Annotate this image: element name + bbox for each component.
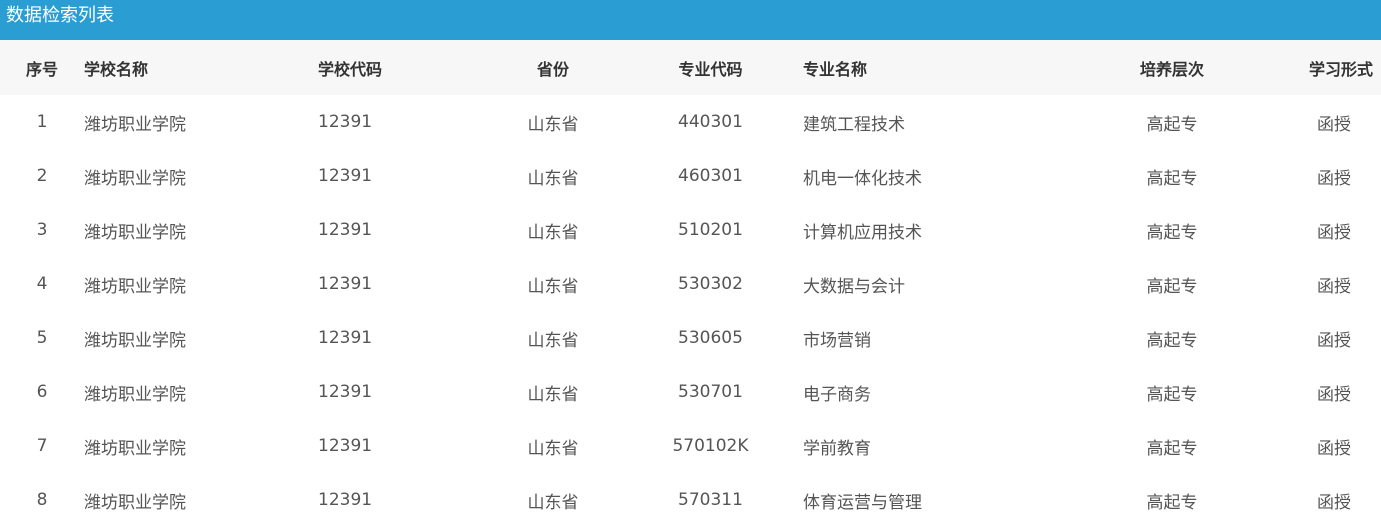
cell-level: 高起专 bbox=[1146, 330, 1198, 351]
cell-major-name: 电子商务 bbox=[803, 384, 871, 405]
column-header-school-code: 学校代码 bbox=[318, 40, 488, 95]
cell-study-mode: 函授 bbox=[1317, 438, 1351, 459]
cell-school-name: 潍坊职业学院 bbox=[84, 330, 186, 351]
cell-study-mode: 函授 bbox=[1317, 168, 1351, 189]
panel-title-bar: 数据检索列表 bbox=[0, 0, 1381, 40]
cell-major-name: 市场营销 bbox=[803, 330, 871, 351]
cell-school-code: 12391 bbox=[318, 274, 373, 294]
cell-school-code: 12391 bbox=[318, 490, 373, 510]
cell-school-name: 潍坊职业学院 bbox=[84, 168, 186, 189]
cell-school-name: 潍坊职业学院 bbox=[84, 384, 186, 405]
cell-school-code: 12391 bbox=[318, 166, 373, 186]
cell-level: 高起专 bbox=[1146, 438, 1198, 459]
cell-province: 山东省 bbox=[527, 438, 579, 459]
cell-school-code: 12391 bbox=[318, 382, 373, 402]
cell-school-code: 12391 bbox=[318, 436, 373, 456]
column-header-index: 序号 bbox=[0, 40, 84, 95]
column-header-major-code: 专业代码 bbox=[618, 40, 803, 95]
table-row: 1 潍坊职业学院 12391 山东省 440301 建筑工程技术 高起专 函授 bbox=[0, 95, 1381, 149]
cell-index: 6 bbox=[36, 382, 48, 402]
cell-study-mode: 函授 bbox=[1317, 384, 1351, 405]
table-row: 2 潍坊职业学院 12391 山东省 460301 机电一体化技术 高起专 函授 bbox=[0, 149, 1381, 203]
cell-province: 山东省 bbox=[527, 330, 579, 351]
cell-major-name: 大数据与会计 bbox=[803, 276, 905, 297]
cell-school-name: 潍坊职业学院 bbox=[84, 276, 186, 297]
cell-index: 1 bbox=[36, 112, 48, 132]
cell-school-code: 12391 bbox=[318, 328, 373, 348]
table-row: 5 潍坊职业学院 12391 山东省 530605 市场营销 高起专 函授 bbox=[0, 311, 1381, 365]
cell-school-name: 潍坊职业学院 bbox=[84, 222, 186, 243]
table-header-row: 序号 学校名称 学校代码 省份 专业代码 专业名称 培养层次 学习形式 bbox=[0, 40, 1381, 95]
cell-level: 高起专 bbox=[1146, 114, 1198, 135]
cell-index: 3 bbox=[36, 220, 48, 240]
cell-index: 7 bbox=[36, 436, 48, 456]
cell-index: 5 bbox=[36, 328, 48, 348]
table-row: 7 潍坊职业学院 12391 山东省 570102K 学前教育 高起专 函授 bbox=[0, 419, 1381, 473]
cell-school-code: 12391 bbox=[318, 112, 373, 132]
table-row: 8 潍坊职业学院 12391 山东省 570311 体育运营与管理 高起专 函授 bbox=[0, 473, 1381, 525]
cell-study-mode: 函授 bbox=[1317, 276, 1351, 297]
cell-school-name: 潍坊职业学院 bbox=[84, 114, 186, 135]
cell-study-mode: 函授 bbox=[1317, 492, 1351, 513]
cell-level: 高起专 bbox=[1146, 222, 1198, 243]
cell-major-name: 体育运营与管理 bbox=[803, 492, 922, 513]
cell-school-code: 12391 bbox=[318, 220, 373, 240]
cell-major-name: 机电一体化技术 bbox=[803, 168, 922, 189]
cell-study-mode: 函授 bbox=[1317, 330, 1351, 351]
cell-province: 山东省 bbox=[527, 222, 579, 243]
cell-major-code: 530701 bbox=[678, 382, 743, 402]
cell-index: 4 bbox=[36, 274, 48, 294]
cell-school-name: 潍坊职业学院 bbox=[84, 438, 186, 459]
cell-major-code: 510201 bbox=[678, 220, 743, 240]
panel-title: 数据检索列表 bbox=[6, 5, 114, 26]
cell-school-name: 潍坊职业学院 bbox=[84, 492, 186, 513]
cell-province: 山东省 bbox=[527, 384, 579, 405]
cell-major-code: 440301 bbox=[678, 112, 743, 132]
cell-index: 2 bbox=[36, 166, 48, 186]
cell-province: 山东省 bbox=[527, 114, 579, 135]
cell-major-name: 计算机应用技术 bbox=[803, 222, 922, 243]
cell-level: 高起专 bbox=[1146, 168, 1198, 189]
cell-province: 山东省 bbox=[527, 276, 579, 297]
cell-index: 8 bbox=[36, 490, 48, 510]
cell-major-code: 460301 bbox=[678, 166, 743, 186]
cell-province: 山东省 bbox=[527, 492, 579, 513]
cell-study-mode: 函授 bbox=[1317, 114, 1351, 135]
column-header-province: 省份 bbox=[488, 40, 618, 95]
cell-major-code: 530302 bbox=[678, 274, 743, 294]
cell-major-code: 570102K bbox=[672, 436, 749, 456]
table-row: 3 潍坊职业学院 12391 山东省 510201 计算机应用技术 高起专 函授 bbox=[0, 203, 1381, 257]
cell-level: 高起专 bbox=[1146, 276, 1198, 297]
column-header-study-mode: 学习形式 bbox=[1287, 40, 1381, 95]
column-header-school-name: 学校名称 bbox=[84, 40, 318, 95]
column-header-major-name: 专业名称 bbox=[803, 40, 1057, 95]
table-row: 6 潍坊职业学院 12391 山东省 530701 电子商务 高起专 函授 bbox=[0, 365, 1381, 419]
cell-study-mode: 函授 bbox=[1317, 222, 1351, 243]
cell-major-name: 学前教育 bbox=[803, 438, 871, 459]
cell-level: 高起专 bbox=[1146, 492, 1198, 513]
cell-province: 山东省 bbox=[527, 168, 579, 189]
column-header-level: 培养层次 bbox=[1057, 40, 1287, 95]
cell-major-name: 建筑工程技术 bbox=[803, 114, 905, 135]
cell-major-code: 570311 bbox=[678, 490, 743, 510]
table-row: 4 潍坊职业学院 12391 山东省 530302 大数据与会计 高起专 函授 bbox=[0, 257, 1381, 311]
cell-major-code: 530605 bbox=[678, 328, 743, 348]
results-table: 序号 学校名称 学校代码 省份 专业代码 专业名称 培养层次 学习形式 1 潍坊职… bbox=[0, 40, 1381, 525]
cell-level: 高起专 bbox=[1146, 384, 1198, 405]
